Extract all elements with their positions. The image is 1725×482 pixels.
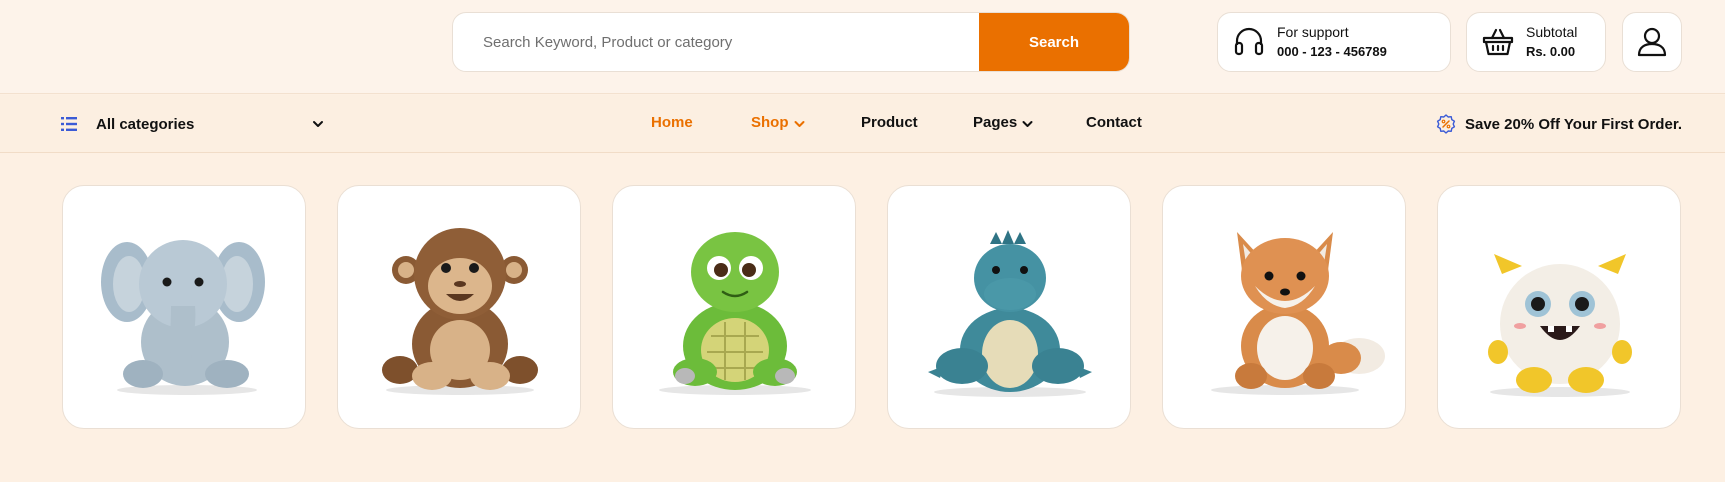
account-button[interactable] — [1622, 12, 1682, 72]
nav-item-shop[interactable]: Shop — [751, 114, 805, 131]
product-card-dinosaur[interactable] — [887, 185, 1131, 429]
nav-item-label: Product — [861, 114, 918, 131]
nav-item-label: Contact — [1086, 114, 1142, 131]
nav-item-label: Shop — [751, 114, 789, 131]
nav-item-pages[interactable]: Pages — [973, 114, 1033, 131]
search-button[interactable]: Search — [979, 13, 1129, 71]
promo-banner: Save 20% Off Your First Order. — [1436, 95, 1682, 153]
subtotal-value: Rs. 0.00 — [1526, 44, 1576, 59]
search-input[interactable] — [453, 13, 981, 71]
discount-badge-icon — [1436, 114, 1456, 134]
product-card-monkey[interactable] — [337, 185, 581, 429]
all-categories-label: All categories — [96, 115, 195, 133]
support-phone: 000 - 123 - 456789 — [1277, 44, 1387, 59]
subtotal-label: Subtotal — [1526, 24, 1578, 40]
turtle-plush-image — [659, 232, 811, 395]
basket-icon — [1482, 28, 1514, 56]
search-bar: Search — [452, 12, 1130, 72]
nav-item-home[interactable]: Home — [651, 114, 693, 131]
product-card-monster[interactable] — [1437, 185, 1681, 429]
product-card-elephant[interactable] — [62, 185, 306, 429]
cart-box[interactable]: Subtotal Rs. 0.00 — [1466, 12, 1606, 72]
nav-item-label: Pages — [973, 114, 1018, 131]
chevron-down-icon — [794, 120, 804, 127]
header-top-bar: Search For support 000 - 123 - 456789 Su… — [0, 0, 1725, 94]
promo-text: Save 20% Off Your First Order. — [1464, 115, 1682, 133]
nav-item-label: Home — [651, 114, 693, 131]
monster-plush-image — [1488, 254, 1632, 397]
support-box[interactable]: For support 000 - 123 - 456789 — [1217, 12, 1451, 72]
dinosaur-plush-image — [928, 230, 1092, 397]
headphones-icon — [1234, 27, 1264, 56]
product-card-fox[interactable] — [1162, 185, 1406, 429]
nav-item-contact[interactable]: Contact — [1086, 114, 1142, 131]
elephant-plush-image — [101, 240, 265, 395]
list-icon — [61, 117, 77, 131]
monkey-plush-image — [382, 228, 538, 395]
nav-item-product[interactable]: Product — [861, 114, 918, 131]
chevron-down-icon — [313, 121, 323, 127]
fox-plush-image — [1211, 232, 1385, 395]
user-icon — [1637, 27, 1667, 57]
main-nav-bar: All categories Home Shop Product Pages C… — [0, 95, 1725, 153]
all-categories-dropdown[interactable]: All categories — [60, 95, 328, 153]
support-label: For support — [1277, 24, 1349, 40]
chevron-down-icon — [1022, 120, 1033, 127]
product-card-turtle[interactable] — [612, 185, 856, 429]
